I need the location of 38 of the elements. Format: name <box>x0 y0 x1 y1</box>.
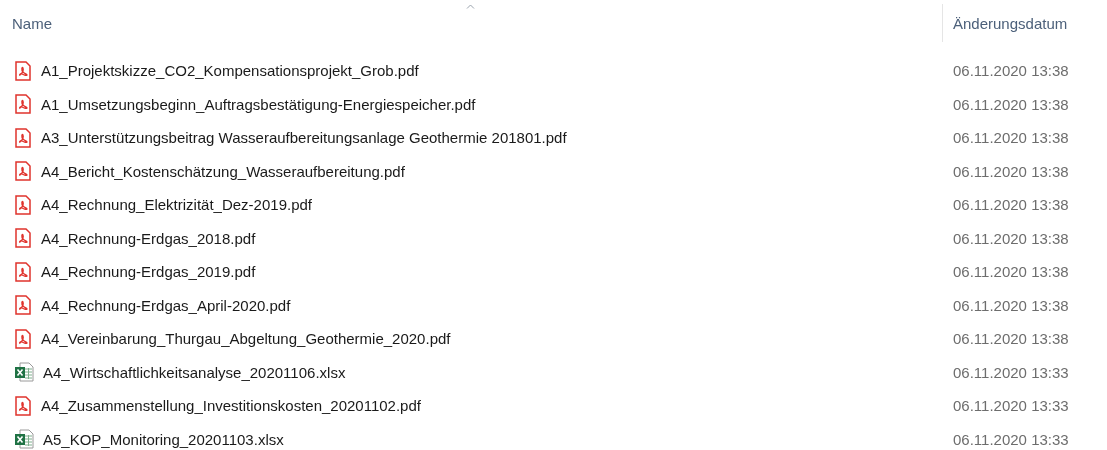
pdf-file-icon <box>14 194 32 215</box>
modified-date: 06.11.2020 13:38 <box>952 330 1070 348</box>
file-name[interactable]: A4_Bericht_Kostenschätzung_Wasseraufbereitung.pdf <box>41 162 405 180</box>
modified-date: 06.11.2020 13:38 <box>952 162 1070 180</box>
modified-date: 06.11.2020 13:38 <box>952 196 1070 214</box>
file-name[interactable]: A4_Vereinbarung_Thurgau_Abgeltung_Geothermie_2020.pdf <box>41 330 451 348</box>
modified-date: 06.11.2020 13:33 <box>952 363 1070 381</box>
modified-date: 06.11.2020 13:33 <box>952 430 1070 448</box>
column-header[interactable]: Name <box>0 0 942 46</box>
modified-date: 06.11.2020 13:38 <box>952 296 1070 314</box>
pdf-file-icon <box>14 94 32 115</box>
file-name[interactable]: A4_Wirtschaftlichkeitsanalyse_20201106.xlsx <box>43 363 346 381</box>
file-name[interactable]: A4_Rechnung-Erdgas_April-2020.pdf <box>41 296 291 314</box>
pdf-file-icon <box>14 295 32 316</box>
file-name[interactable]: A4_Rechnung-Erdgas_2018.pdf <box>41 229 256 247</box>
file-name[interactable]: A4_Rechnung-Erdgas_2019.pdf <box>41 263 256 281</box>
spreadsheet-file-icon <box>14 362 34 383</box>
modified-date: 06.11.2020 13:38 <box>952 263 1070 281</box>
file-name[interactable]: A3_Unterstützungsbeitrag Wasseraufbereitungsanlage Geothermie 201801.pdf <box>41 129 567 147</box>
pdf-file-icon <box>14 60 32 81</box>
pdf-file-icon <box>14 395 32 416</box>
pdf-file-icon <box>14 127 32 148</box>
modified-date: 06.11.2020 13:38 <box>952 62 1070 80</box>
column-header[interactable]: Änderungsdatum <box>942 4 1107 42</box>
pdf-file-icon <box>14 228 32 249</box>
sort-caret-icon <box>466 4 475 9</box>
file-name[interactable]: A1_Projektskizze_CO2_Kompensationsprojekt_Grob.pdf <box>41 62 419 80</box>
pdf-file-icon <box>14 328 32 349</box>
file-name[interactable]: A4_Rechnung_Elektrizität_Dez-2019.pdf <box>41 196 312 214</box>
file-name[interactable]: A5_KOP_Monitoring_20201103.xlsx <box>43 430 284 448</box>
modified-date: 06.11.2020 13:38 <box>952 229 1070 247</box>
file-name[interactable]: A1_Umsetzungsbeginn_Auftragsbestätigung-Energiespeicher.pdf <box>41 95 476 113</box>
modified-date: 06.11.2020 13:38 <box>952 95 1070 113</box>
pdf-file-icon <box>14 161 32 182</box>
modified-date: 06.11.2020 13:38 <box>952 129 1070 147</box>
pdf-file-icon <box>14 261 32 282</box>
modified-date: 06.11.2020 13:33 <box>952 397 1070 415</box>
file-name[interactable]: A4_Zusammenstellung_Investitionskosten_20201102.pdf <box>41 397 421 415</box>
